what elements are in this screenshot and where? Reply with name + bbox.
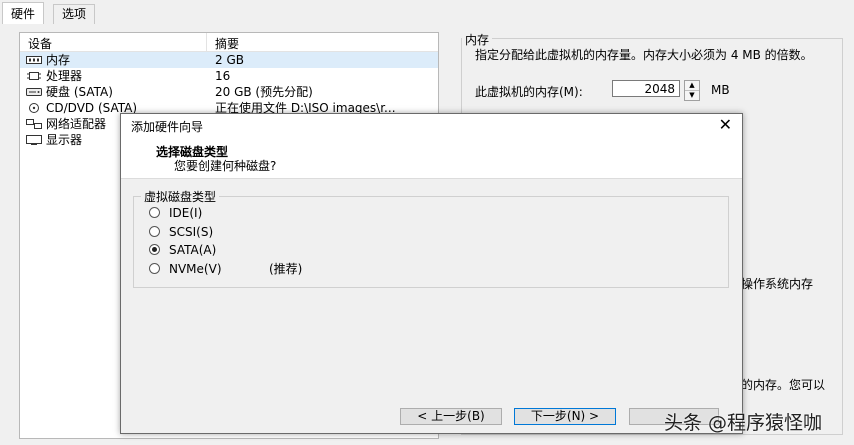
spin-up-icon[interactable]: ▲ bbox=[685, 81, 699, 91]
radio-button[interactable] bbox=[149, 207, 160, 218]
device-name: 内存 bbox=[46, 53, 71, 67]
network-icon bbox=[26, 119, 42, 129]
memory-input[interactable]: 2048 bbox=[612, 80, 680, 97]
device-summary: 20 GB (预先分配) bbox=[215, 85, 313, 99]
disk-type-groupbox bbox=[133, 196, 729, 288]
radio-button[interactable] bbox=[149, 226, 160, 237]
column-header-device[interactable]: 设备 bbox=[28, 35, 52, 52]
device-name: 显示器 bbox=[46, 133, 83, 147]
radio-label: SATA(A) bbox=[169, 243, 217, 257]
tab-bar: 硬件 选项 bbox=[0, 0, 854, 25]
device-list-header: 设备 摘要 bbox=[20, 33, 438, 52]
watermark: 头条 @程序猿怪咖 bbox=[664, 412, 823, 434]
memory-partial-text: 操作系统内存 bbox=[741, 277, 814, 291]
radio-label: NVMe(V) bbox=[169, 262, 222, 276]
radio-button[interactable] bbox=[149, 263, 160, 274]
back-button[interactable]: < 上一步(B) bbox=[400, 408, 502, 425]
dialog-titlebar[interactable]: 添加硬件向导 ✕ bbox=[121, 114, 742, 138]
close-icon[interactable]: ✕ bbox=[719, 115, 732, 135]
memory-description: 指定分配给此虚拟机的内存量。内存大小必须为 4 MB 的倍数。 bbox=[475, 48, 813, 62]
device-name: 网络适配器 bbox=[46, 117, 107, 131]
column-header-summary[interactable]: 摘要 bbox=[215, 35, 239, 52]
dialog-header: 选择磁盘类型 您要创建何种磁盘? bbox=[121, 138, 742, 179]
memory-spinner[interactable]: ▲ ▼ bbox=[684, 80, 700, 101]
cpu-icon bbox=[27, 72, 41, 80]
device-summary: 2 GB bbox=[215, 53, 244, 67]
spin-down-icon[interactable]: ▼ bbox=[685, 91, 699, 100]
cd-icon bbox=[29, 103, 39, 113]
memory-label: 此虚拟机的内存(M): bbox=[475, 85, 583, 99]
device-row-disk[interactable]: 硬盘 (SATA) 20 GB (预先分配) bbox=[20, 84, 438, 100]
dialog-title: 添加硬件向导 bbox=[131, 120, 204, 134]
device-name: 硬盘 (SATA) bbox=[46, 85, 113, 99]
column-separator bbox=[206, 33, 207, 51]
dialog-subheading: 您要创建何种磁盘? bbox=[174, 159, 277, 173]
radio-label: IDE(I) bbox=[169, 206, 203, 220]
next-button[interactable]: 下一步(N) > bbox=[514, 408, 616, 425]
memory-icon bbox=[26, 56, 42, 64]
radio-button-selected[interactable] bbox=[149, 244, 160, 255]
device-summary: 16 bbox=[215, 69, 231, 83]
device-row-cpu[interactable]: 处理器 16 bbox=[20, 68, 438, 84]
device-row-memory[interactable]: 内存 2 GB bbox=[20, 52, 438, 68]
dialog-body: 虚拟磁盘类型 IDE(I) SCSI(S) SATA(A) NVMe(V) (推… bbox=[121, 179, 742, 433]
monitor-icon bbox=[26, 135, 42, 145]
memory-partial-text: 的内存。您可以 bbox=[741, 378, 826, 392]
memory-group-title: 内存 bbox=[462, 31, 493, 48]
memory-unit: MB bbox=[711, 83, 730, 97]
recommended-note: (推荐) bbox=[269, 262, 303, 276]
device-name: 处理器 bbox=[46, 69, 83, 83]
disk-icon bbox=[26, 88, 42, 96]
radio-label: SCSI(S) bbox=[169, 225, 214, 239]
tab-options[interactable]: 选项 bbox=[53, 4, 96, 24]
tab-hardware[interactable]: 硬件 bbox=[2, 2, 45, 25]
add-hardware-wizard-dialog: 添加硬件向导 ✕ 选择磁盘类型 您要创建何种磁盘? 虚拟磁盘类型 IDE(I) … bbox=[120, 113, 743, 434]
disk-type-group-title: 虚拟磁盘类型 bbox=[141, 188, 220, 205]
